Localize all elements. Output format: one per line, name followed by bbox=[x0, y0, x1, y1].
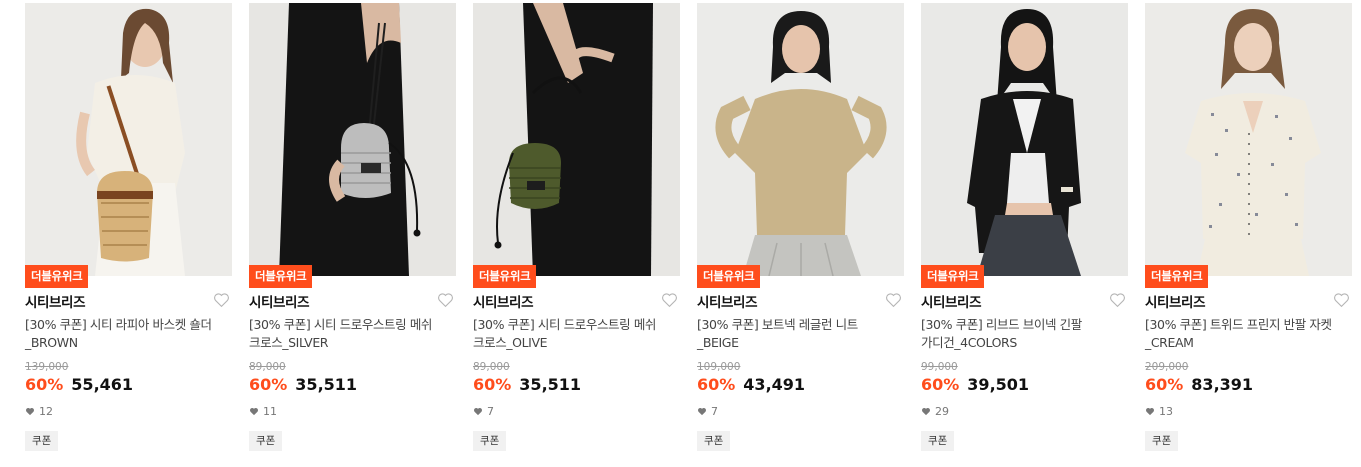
sale-price: 39,501 bbox=[967, 375, 1030, 394]
price-row: 60% 35,511 bbox=[473, 375, 581, 394]
brand-name[interactable]: 시티브리즈 bbox=[697, 291, 758, 311]
product-image[interactable] bbox=[25, 3, 232, 276]
price-row: 60% 55,461 bbox=[25, 375, 133, 394]
coupon-tag: 쿠폰 bbox=[921, 431, 955, 451]
product-name-line2: 크로스_OLIVE bbox=[473, 335, 548, 350]
heart-outline-icon[interactable] bbox=[885, 292, 902, 308]
product-image[interactable] bbox=[1145, 3, 1352, 276]
discount-rate: 60% bbox=[25, 375, 64, 394]
original-price: 139,000 bbox=[25, 361, 69, 373]
discount-rate: 60% bbox=[473, 375, 512, 394]
product-name[interactable]: [30% 쿠폰] 트위드 프린지 반팔 자켓 _CREAM bbox=[1145, 316, 1352, 352]
product-grid: 더블유위크 시티브리즈 [30% 쿠폰] 시티 라피아 바스켓 숄더 _BROW… bbox=[0, 0, 1361, 467]
product-name[interactable]: [30% 쿠폰] 시티 라피아 바스켓 숄더 _BROWN bbox=[25, 316, 232, 352]
coupon-tag: 쿠폰 bbox=[1145, 431, 1179, 451]
product-image[interactable] bbox=[473, 3, 680, 276]
product-name-line1: [30% 쿠폰] 보트넥 레글런 니트 bbox=[697, 317, 858, 332]
like-count: 12 bbox=[25, 405, 53, 418]
product-image[interactable] bbox=[921, 3, 1128, 276]
product-name-line1: [30% 쿠폰] 트위드 프린지 반팔 자켓 bbox=[1145, 317, 1332, 332]
product-card[interactable]: 더블유위크 시티브리즈 [30% 쿠폰] 시티 드로우스트링 메쉬 크로스_SI… bbox=[249, 0, 456, 467]
original-price: 209,000 bbox=[1145, 361, 1189, 373]
heart-filled-icon bbox=[1146, 408, 1154, 416]
brand-name[interactable]: 시티브리즈 bbox=[473, 291, 534, 311]
coupon-tag: 쿠폰 bbox=[697, 431, 731, 451]
discount-rate: 60% bbox=[697, 375, 736, 394]
heart-filled-icon bbox=[250, 408, 258, 416]
discount-rate: 60% bbox=[921, 375, 960, 394]
sale-price: 35,511 bbox=[295, 375, 358, 394]
heart-filled-icon bbox=[26, 408, 34, 416]
sale-price: 43,491 bbox=[743, 375, 806, 394]
promo-badge: 더블유위크 bbox=[249, 265, 313, 288]
product-name[interactable]: [30% 쿠폰] 시티 드로우스트링 메쉬 크로스_SILVER bbox=[249, 316, 456, 352]
price-row: 60% 83,391 bbox=[1145, 375, 1253, 394]
price-row: 60% 43,491 bbox=[697, 375, 805, 394]
product-name-line2: 크로스_SILVER bbox=[249, 335, 329, 350]
like-count-value: 11 bbox=[263, 405, 277, 418]
promo-badge: 더블유위크 bbox=[921, 265, 985, 288]
like-count: 11 bbox=[249, 405, 277, 418]
sale-price: 55,461 bbox=[71, 375, 134, 394]
product-card[interactable]: 더블유위크 시티브리즈 [30% 쿠폰] 보트넥 레글런 니트 _BEIGE 1… bbox=[697, 0, 904, 467]
coupon-tag: 쿠폰 bbox=[249, 431, 283, 451]
heart-outline-icon[interactable] bbox=[661, 292, 678, 308]
heart-outline-icon[interactable] bbox=[437, 292, 454, 308]
like-count-value: 29 bbox=[935, 405, 949, 418]
product-name-line2: _CREAM bbox=[1145, 335, 1194, 350]
product-name-line1: [30% 쿠폰] 시티 라피아 바스켓 숄더 bbox=[25, 317, 212, 332]
brand-name[interactable]: 시티브리즈 bbox=[1145, 291, 1206, 311]
like-count-value: 13 bbox=[1159, 405, 1173, 418]
coupon-tag: 쿠폰 bbox=[25, 431, 59, 451]
brand-name[interactable]: 시티브리즈 bbox=[249, 291, 310, 311]
like-count-value: 12 bbox=[39, 405, 53, 418]
like-count: 29 bbox=[921, 405, 949, 418]
heart-outline-icon[interactable] bbox=[1109, 292, 1126, 308]
promo-badge: 더블유위크 bbox=[25, 265, 89, 288]
original-price: 89,000 bbox=[473, 361, 510, 373]
sale-price: 35,511 bbox=[519, 375, 582, 394]
promo-badge: 더블유위크 bbox=[1145, 265, 1209, 288]
product-card[interactable]: 더블유위크 시티브리즈 [30% 쿠폰] 트위드 프린지 반팔 자켓 _CREA… bbox=[1145, 0, 1352, 467]
product-name-line2: _BEIGE bbox=[697, 335, 739, 350]
product-name-line1: [30% 쿠폰] 시티 드로우스트링 메쉬 bbox=[249, 317, 433, 332]
like-count-value: 7 bbox=[711, 405, 718, 418]
original-price: 99,000 bbox=[921, 361, 958, 373]
product-name-line1: [30% 쿠폰] 리브드 브이넥 긴팔 bbox=[921, 317, 1082, 332]
product-name-line1: [30% 쿠폰] 시티 드로우스트링 메쉬 bbox=[473, 317, 657, 332]
like-count: 7 bbox=[697, 405, 718, 418]
product-card[interactable]: 더블유위크 시티브리즈 [30% 쿠폰] 시티 드로우스트링 메쉬 크로스_OL… bbox=[473, 0, 680, 467]
heart-filled-icon bbox=[922, 408, 930, 416]
product-card[interactable]: 더블유위크 시티브리즈 [30% 쿠폰] 시티 라피아 바스켓 숄더 _BROW… bbox=[25, 0, 232, 467]
original-price: 89,000 bbox=[249, 361, 286, 373]
like-count-value: 7 bbox=[487, 405, 494, 418]
product-name-line2: 가디건_4COLORS bbox=[921, 335, 1017, 350]
promo-badge: 더블유위크 bbox=[697, 265, 761, 288]
original-price: 109,000 bbox=[697, 361, 741, 373]
promo-badge: 더블유위크 bbox=[473, 265, 537, 288]
product-name[interactable]: [30% 쿠폰] 시티 드로우스트링 메쉬 크로스_OLIVE bbox=[473, 316, 680, 352]
product-name[interactable]: [30% 쿠폰] 보트넥 레글런 니트 _BEIGE bbox=[697, 316, 904, 352]
heart-outline-icon[interactable] bbox=[213, 292, 230, 308]
price-row: 60% 39,501 bbox=[921, 375, 1029, 394]
product-card[interactable]: 더블유위크 시티브리즈 [30% 쿠폰] 리브드 브이넥 긴팔 가디건_4COL… bbox=[921, 0, 1128, 467]
product-name[interactable]: [30% 쿠폰] 리브드 브이넥 긴팔 가디건_4COLORS bbox=[921, 316, 1128, 352]
product-name-line2: _BROWN bbox=[25, 335, 78, 350]
price-row: 60% 35,511 bbox=[249, 375, 357, 394]
heart-outline-icon[interactable] bbox=[1333, 292, 1350, 308]
like-count: 13 bbox=[1145, 405, 1173, 418]
brand-name[interactable]: 시티브리즈 bbox=[921, 291, 982, 311]
like-count: 7 bbox=[473, 405, 494, 418]
sale-price: 83,391 bbox=[1191, 375, 1254, 394]
brand-name[interactable]: 시티브리즈 bbox=[25, 291, 86, 311]
discount-rate: 60% bbox=[1145, 375, 1184, 394]
heart-filled-icon bbox=[698, 408, 706, 416]
heart-filled-icon bbox=[474, 408, 482, 416]
discount-rate: 60% bbox=[249, 375, 288, 394]
coupon-tag: 쿠폰 bbox=[473, 431, 507, 451]
product-image[interactable] bbox=[697, 3, 904, 276]
product-image[interactable] bbox=[249, 3, 456, 276]
